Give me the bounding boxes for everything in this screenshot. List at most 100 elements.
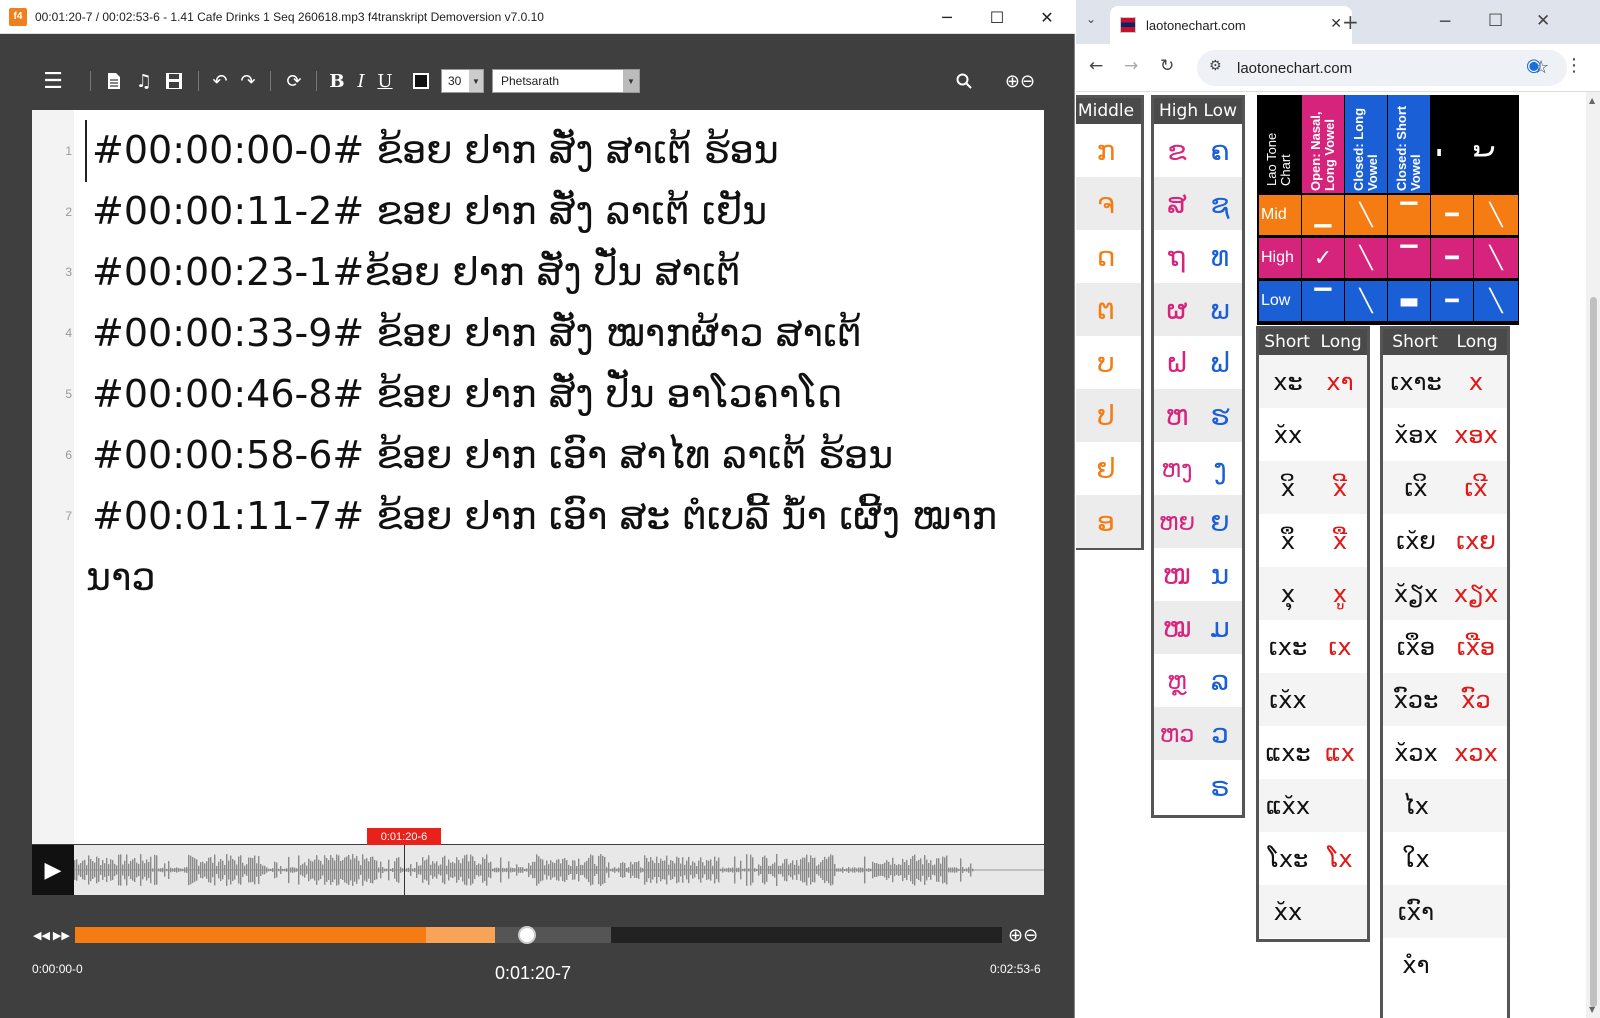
f4-title-bar: f4 00:01:20-7 / 00:02:53-6 - 1.41 Cafe D… bbox=[0, 0, 1075, 34]
waveform-sample bbox=[338, 855, 340, 885]
playback-progress-bar[interactable] bbox=[75, 926, 1002, 944]
waveform-sample bbox=[906, 859, 908, 881]
tone-contour-cell: ▁ bbox=[1302, 195, 1344, 235]
waveform-sample bbox=[484, 858, 486, 882]
waveform-sample bbox=[466, 854, 468, 886]
tone-contour-cell: ▔ bbox=[1302, 281, 1344, 321]
redo-icon[interactable]: ↷ bbox=[236, 65, 260, 97]
waveform-sample bbox=[470, 854, 472, 886]
chevron-down-icon[interactable]: ▼ bbox=[623, 70, 639, 92]
rewind-icon[interactable]: ◀◀ bbox=[33, 929, 50, 942]
minimize-icon[interactable]: ─ bbox=[922, 0, 972, 34]
waveform-sample bbox=[558, 859, 560, 881]
scroll-down-icon[interactable]: ▼ bbox=[1589, 1005, 1595, 1014]
maximize-icon[interactable]: ☐ bbox=[1488, 11, 1503, 31]
tab-laotonechart[interactable]: laotonechart.com ✕ bbox=[1110, 6, 1352, 44]
transcript-line[interactable]: ນາວ bbox=[86, 554, 156, 600]
font-size-select[interactable]: 30 ▼ bbox=[441, 69, 484, 93]
zoom-in-out-icon[interactable]: ⊕⊖ bbox=[1000, 65, 1040, 97]
waveform-sample bbox=[196, 859, 198, 881]
back-icon[interactable]: ← bbox=[1089, 56, 1103, 76]
forward-icon[interactable]: → bbox=[1124, 56, 1138, 76]
transcript-line[interactable]: #00:01:11-7# ຂ້ອຍ ຢາກ ເອົາ ສະ ຕໍເບລີ້ ນໍ… bbox=[92, 493, 997, 539]
waveform-sample bbox=[486, 854, 488, 886]
waveform-sample bbox=[314, 859, 316, 881]
scroll-up-icon[interactable]: ▲ bbox=[1589, 96, 1595, 105]
waveform-sample bbox=[488, 862, 490, 878]
vowel-column-right: Short Long ເxາະ x x̆ອx xອx ເxິ ເxີ ເx̆ຍ ເxຍ x̆ຽx… bbox=[1380, 326, 1510, 1018]
transcript-line[interactable]: #00:00:11-2# ຂອຍ ຢາກ ສັ່ງ ລາເຕ້ ເຢັນ bbox=[92, 188, 767, 234]
chevron-down-icon[interactable]: ▼ bbox=[469, 70, 483, 92]
page-scrollbar[interactable]: ▲ ▼ bbox=[1586, 92, 1600, 1018]
new-document-icon[interactable] bbox=[102, 65, 126, 97]
progress-played bbox=[75, 927, 426, 943]
waveform-sample bbox=[378, 867, 380, 873]
waveform-sample bbox=[722, 867, 724, 873]
waveform-sample bbox=[724, 868, 726, 872]
tab-title: laotonechart.com bbox=[1146, 17, 1246, 33]
waveform-sample bbox=[644, 855, 646, 885]
transcript-editor[interactable]: 1 2 3 4 5 6 7 #00:00:00-0# ຂ້ອຍ ຢາກ ສັ່ງ… bbox=[32, 110, 1044, 844]
waveform-sample bbox=[400, 867, 402, 873]
col-open-label: Open: Nasal, Long Vowel bbox=[1308, 111, 1337, 191]
audio-file-icon[interactable]: ♫ bbox=[132, 65, 156, 97]
tab-close-icon[interactable]: ✕ bbox=[1330, 16, 1342, 32]
vowel-short: ເx̆ຍ bbox=[1396, 526, 1436, 555]
tab-search-chevron-icon[interactable]: ⌄ bbox=[1086, 12, 1096, 26]
vowel-short: x̆ອx bbox=[1394, 420, 1438, 449]
underline-icon[interactable]: U bbox=[374, 65, 396, 97]
vowel-long bbox=[1313, 408, 1367, 461]
progress-knob[interactable] bbox=[518, 926, 536, 944]
waveform-sample bbox=[230, 855, 232, 885]
search-icon[interactable] bbox=[952, 65, 976, 97]
waveform-cursor-line[interactable] bbox=[404, 845, 405, 895]
high-low-header: High Low bbox=[1154, 98, 1242, 124]
maximize-icon[interactable]: ☐ bbox=[972, 0, 1022, 34]
undo-icon[interactable]: ↶ bbox=[208, 65, 232, 97]
more-options-icon[interactable]: ⋮ bbox=[1565, 55, 1583, 76]
transcript-line[interactable]: #00:00:58-6# ຂ້ອຍ ຢາກ ເອົາ ສາໄທ ລາເຕ້ ຮ້… bbox=[92, 432, 893, 478]
waveform-panel[interactable]: ▶ bbox=[32, 845, 1044, 895]
address-bar[interactable]: ⚙ laotonechart.com ☆ bbox=[1197, 50, 1567, 86]
menu-icon[interactable]: ☰ bbox=[38, 65, 68, 97]
site-info-icon[interactable]: ⚙ bbox=[1209, 58, 1222, 74]
fast-forward-icon[interactable]: ▶▶ bbox=[53, 929, 70, 942]
save-icon[interactable] bbox=[162, 65, 186, 97]
waveform-sample bbox=[960, 858, 962, 882]
waveform-sample bbox=[212, 862, 214, 878]
transcript-line[interactable]: #00:00:00-0# ຂ້ອຍ ຢາກ ສັ່ງ ສາເຕ້ ຮ້ອນ bbox=[92, 127, 779, 173]
waveform[interactable] bbox=[74, 845, 1044, 895]
scroll-thumb[interactable] bbox=[1590, 297, 1597, 1007]
waveform-sample bbox=[468, 861, 470, 879]
waveform-sample bbox=[220, 858, 222, 882]
font-family-select[interactable]: Phetsarath ▼ bbox=[492, 69, 640, 93]
waveform-sample bbox=[594, 863, 596, 877]
italic-icon[interactable]: I bbox=[350, 65, 372, 97]
new-tab-icon[interactable]: + bbox=[1342, 10, 1359, 34]
waveform-sample bbox=[762, 857, 764, 883]
waveform-sample bbox=[170, 867, 172, 873]
close-icon[interactable]: ✕ bbox=[1536, 11, 1550, 31]
waveform-sample bbox=[364, 859, 366, 881]
profile-icon[interactable]: ◉ bbox=[1526, 55, 1542, 76]
play-button[interactable]: ▶ bbox=[32, 845, 74, 895]
rewind-forward-controls[interactable]: ◀◀ ▶▶ bbox=[33, 927, 73, 943]
reload-icon[interactable]: ↻ bbox=[1160, 56, 1174, 76]
waveform-sample bbox=[208, 857, 210, 883]
bold-icon[interactable]: B bbox=[326, 65, 348, 97]
transcript-line[interactable]: #00:00:23-1#ຂ້ອຍ ຢາກ ສັ່ງ ປັ່ນ ສາເຕ້ bbox=[92, 249, 740, 295]
waveform-sample bbox=[610, 868, 612, 872]
waveform-sample bbox=[660, 858, 662, 882]
refresh-icon[interactable]: ⟳ bbox=[282, 65, 306, 97]
timeline-zoom-icon[interactable]: ⊕⊖ bbox=[1008, 925, 1038, 946]
waveform-sample bbox=[732, 867, 734, 873]
minimize-icon[interactable]: ─ bbox=[1440, 12, 1450, 32]
line-number: 5 bbox=[65, 387, 72, 401]
waveform-sample bbox=[932, 865, 934, 875]
waveform-sample bbox=[580, 864, 582, 876]
waveform-sample bbox=[958, 868, 960, 872]
transcript-line[interactable]: #00:00:46-8# ຂ້ອຍ ຢາກ ສັ່ງ ປັ່ນ ອາໂວຄາໂດ bbox=[92, 371, 842, 417]
text-color-swatch[interactable] bbox=[413, 73, 429, 89]
close-icon[interactable]: ✕ bbox=[1022, 0, 1072, 34]
transcript-line[interactable]: #00:00:33-9# ຂ້ອຍ ຢາກ ສັ່ງ ໝາກຜ້າວ ສາເຕ້ bbox=[92, 310, 862, 356]
